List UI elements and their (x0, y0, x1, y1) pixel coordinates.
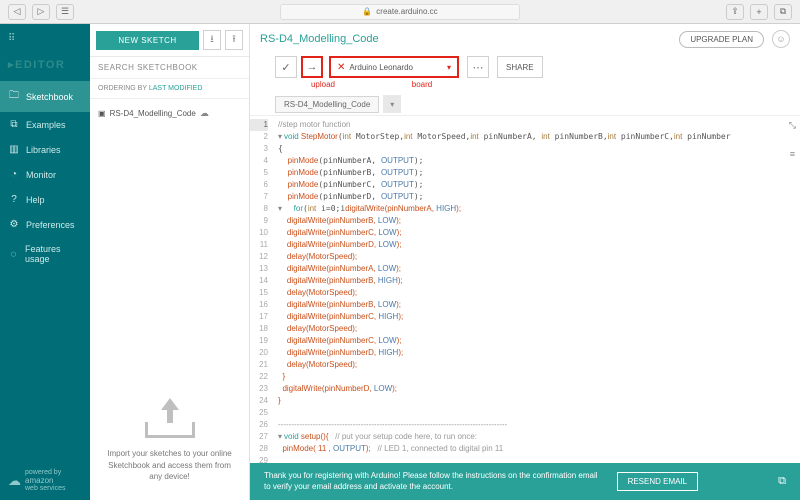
ordering-row[interactable]: ORDERING BY LAST MODIFIED (90, 79, 249, 99)
sketch-name: RS-D4_Modelling_Code (110, 109, 196, 118)
new-sketch-button[interactable]: NEW SKETCH (96, 31, 199, 50)
more-button[interactable]: ⋯ (467, 56, 489, 78)
x-icon: ✕ (337, 62, 345, 73)
editor-main: RS-D4_Modelling_Code UPGRADE PLAN ☺ ✓ → … (250, 24, 800, 500)
close-icon[interactable]: × (788, 0, 794, 2)
upload-tray-icon (145, 398, 195, 438)
sketch-item[interactable]: ▣ RS-D4_Modelling_Code ☁ (98, 105, 241, 122)
gear-icon: ⚙ (8, 219, 20, 230)
verify-button[interactable]: ✓ (275, 56, 297, 78)
fold-indicators: ⤡≡ (789, 120, 796, 159)
cloud-icon: ☁ (200, 108, 209, 119)
aws-icon: ☁ (8, 473, 21, 489)
annot-upload: upload (299, 80, 347, 89)
ordering-label: ORDERING BY (98, 85, 147, 92)
board-name: Arduino Leonardo (349, 63, 413, 72)
code-editor[interactable]: 1234567891011121314151617181920212223242… (250, 115, 800, 463)
sidebar-item-features[interactable]: ◌ Features usage (0, 237, 90, 271)
sidebar-item-label: Sketchbook (26, 92, 73, 102)
url-text: create.arduino.cc (376, 7, 437, 16)
sidebar-item-label: Examples (26, 120, 66, 130)
sidebar-item-label: Libraries (26, 145, 61, 155)
upload-text: Import your sketches to your online Sket… (102, 448, 237, 482)
sketch-title: RS-D4_Modelling_Code (260, 33, 379, 45)
powered-text: powered by (25, 469, 61, 476)
app-sidebar: ⠿ ▸EDITOR 🗀 Sketchbook ⧉ Examples ▥ Librari… (0, 24, 90, 500)
sidebar-item-sketchbook[interactable]: 🗀 Sketchbook (0, 81, 90, 112)
sidebar-item-preferences[interactable]: ⚙ Preferences (0, 212, 90, 237)
folder-icon: ▣ (98, 109, 106, 118)
code-content[interactable]: //step motor function ▾void StepMotor(in… (272, 116, 800, 463)
tabs-icon[interactable]: ⧉ (774, 4, 792, 20)
tab-menu-icon[interactable]: ▾ (383, 95, 401, 113)
search-input[interactable]: SEARCH SKETCHBOOK (90, 57, 249, 79)
share-button[interactable]: SHARE (497, 56, 543, 78)
brand-sub: web services (25, 485, 65, 492)
annotation-row: upload board (250, 80, 800, 93)
upload-icon[interactable]: ⭱ (225, 30, 243, 50)
brand-text: amazon (25, 476, 53, 485)
usage-icon: ◌ (8, 249, 19, 260)
apps-grid-icon[interactable]: ⠿ (0, 24, 90, 52)
url-field[interactable]: 🔒 create.arduino.cc (280, 4, 520, 20)
sidebar-item-examples[interactable]: ⧉ Examples (0, 112, 90, 137)
new-tab-icon[interactable]: + (750, 4, 768, 20)
upgrade-button[interactable]: UPGRADE PLAN (679, 31, 764, 48)
nav-fwd-icon[interactable]: ▷ (32, 4, 50, 20)
sidebar-item-help[interactable]: ? Help (0, 187, 90, 212)
banner-text: Thank you for registering with Arduino! … (264, 471, 604, 492)
monitor-icon: ◔ (8, 169, 20, 180)
examples-icon: ⧉ (8, 119, 20, 130)
help-icon: ? (8, 194, 20, 205)
sidebar-toggle-icon[interactable]: ☰ (56, 4, 74, 20)
copy-icon[interactable]: ⧉ (778, 475, 786, 488)
sidebar-item-label: Preferences (26, 220, 75, 230)
folder-icon: 🗀 (8, 88, 20, 105)
sidebar-item-monitor[interactable]: ◔ Monitor (0, 162, 90, 187)
sidebar-item-label: Features usage (25, 244, 82, 264)
nav-back-icon[interactable]: ◁ (8, 4, 26, 20)
aws-badge: ☁ powered by amazon web services (0, 461, 90, 500)
chevron-down-icon: ▾ (447, 63, 451, 72)
sidebar-item-label: Monitor (26, 170, 56, 180)
tab-file[interactable]: RS-D4_Modelling_Code (275, 96, 379, 113)
editor-logo: ▸EDITOR (0, 52, 90, 81)
annot-board: board (357, 80, 487, 89)
line-gutter: 1234567891011121314151617181920212223242… (250, 116, 272, 463)
resend-email-button[interactable]: RESEND EMAIL (617, 472, 699, 491)
lock-icon: 🔒 (362, 7, 372, 16)
board-select[interactable]: ✕ Arduino Leonardo ▾ (329, 56, 459, 78)
avatar-icon[interactable]: ☺ (772, 30, 790, 48)
sidebar-item-libraries[interactable]: ▥ Libraries (0, 137, 90, 162)
ordering-value: LAST MODIFIED (149, 85, 203, 92)
sidebar-item-label: Help (26, 195, 45, 205)
browser-chrome: ◁ ▷ ☰ 🔒 create.arduino.cc ⇪ + ⧉ (0, 0, 800, 24)
share-icon[interactable]: ⇪ (726, 4, 744, 20)
verify-email-banner: Thank you for registering with Arduino! … (250, 463, 800, 500)
import-icon[interactable]: ⭳ (203, 30, 221, 50)
upload-dropzone[interactable]: Import your sketches to your online Sket… (90, 384, 249, 500)
upload-button[interactable]: → (301, 56, 323, 78)
libraries-icon: ▥ (8, 144, 20, 155)
sketchbook-panel: × NEW SKETCH ⭳ ⭱ SEARCH SKETCHBOOK ORDER… (90, 24, 250, 500)
